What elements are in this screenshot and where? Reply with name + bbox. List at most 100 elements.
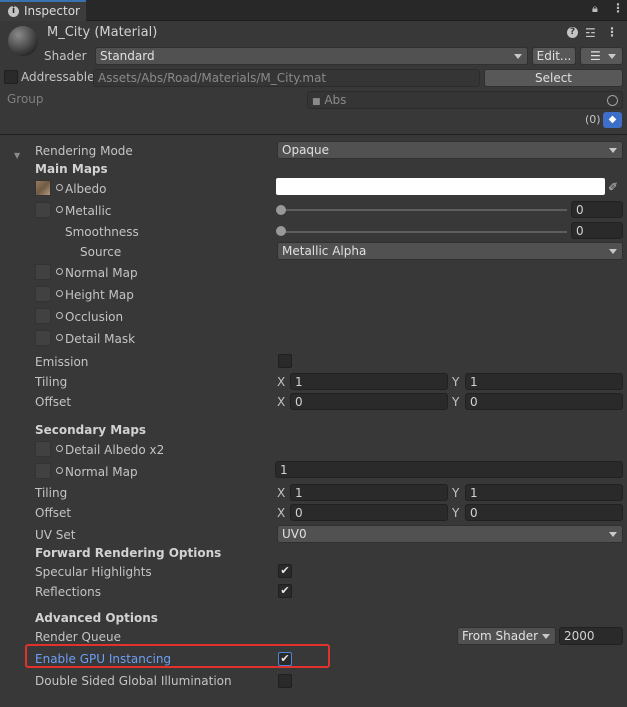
- double-sided-gi-label: Double Sided Global Illumination: [35, 674, 232, 688]
- lock-icon[interactable]: 🔒︎: [592, 1, 598, 17]
- reflections-label: Reflections: [35, 585, 101, 599]
- render-queue-label: Render Queue: [35, 630, 121, 644]
- metallic-texture-slot[interactable]: [35, 202, 51, 218]
- secondary-offset-y-field[interactable]: 0: [465, 504, 623, 521]
- chevron-down-icon: [542, 634, 550, 639]
- secondary-normal-map-label: Normal Map: [65, 465, 138, 479]
- source-dropdown[interactable]: Metallic Alpha: [277, 242, 623, 260]
- double-sided-gi-checkbox[interactable]: [278, 674, 292, 688]
- tiling-y-field[interactable]: 1: [465, 373, 623, 390]
- secondary-normal-map-texture-slot[interactable]: [35, 463, 51, 479]
- picker-icon[interactable]: [56, 334, 63, 341]
- list-icon: ☰: [590, 49, 601, 63]
- shader-options-button[interactable]: ☰: [580, 47, 623, 65]
- more-icon[interactable]: ⋮: [612, 0, 624, 16]
- metallic-value-field[interactable]: 0: [571, 201, 623, 218]
- preset-icon[interactable]: ☲: [585, 25, 596, 41]
- detail-mask-texture-slot[interactable]: [35, 330, 51, 346]
- offset-y-label: Y: [452, 395, 460, 409]
- detail-albedo-texture-slot[interactable]: [35, 441, 51, 457]
- tiling-x-field[interactable]: 1: [290, 373, 448, 390]
- address-field[interactable]: Assets/Abs/Road/Materials/M_City.mat: [93, 69, 480, 87]
- albedo-color-field[interactable]: [276, 178, 605, 195]
- folder-icon: ■: [312, 97, 321, 107]
- shader-dropdown[interactable]: Standard: [95, 47, 528, 65]
- shader-value: Standard: [100, 49, 155, 63]
- secondary-offset-x-field[interactable]: 0: [290, 504, 448, 521]
- offset-y-field[interactable]: 0: [465, 393, 623, 410]
- picker-icon[interactable]: [56, 445, 63, 452]
- specular-highlights-label: Specular Highlights: [35, 565, 152, 579]
- target-icon[interactable]: [607, 95, 618, 106]
- picker-icon[interactable]: [56, 206, 63, 213]
- eyedropper-icon[interactable]: ✐: [608, 179, 618, 195]
- source-value: Metallic Alpha: [282, 244, 367, 258]
- tiling-label: Tiling: [35, 375, 68, 389]
- advanced-options-heading: Advanced Options: [35, 611, 158, 625]
- emission-checkbox[interactable]: [278, 354, 292, 368]
- main-maps-heading: Main Maps: [35, 162, 108, 176]
- tiling-x-label: X: [277, 375, 286, 389]
- uv-set-dropdown[interactable]: UV0: [277, 525, 623, 543]
- secondary-tiling-y-field[interactable]: 1: [465, 484, 623, 501]
- normal-map-label: Normal Map: [65, 266, 138, 280]
- detail-albedo-label: Detail Albedo x2: [65, 443, 165, 457]
- addressable-checkbox[interactable]: [4, 70, 18, 84]
- secondary-tiling-x-field[interactable]: 1: [290, 484, 448, 501]
- albedo-texture-slot[interactable]: [35, 180, 51, 196]
- foldout-arrow-icon[interactable]: ▼: [14, 148, 20, 164]
- picker-icon[interactable]: [56, 312, 63, 319]
- secondary-tiling-y-label: Y: [452, 486, 460, 500]
- smoothness-slider-thumb[interactable]: [276, 226, 286, 236]
- normal-map-texture-slot[interactable]: [35, 264, 51, 280]
- albedo-label: Albedo: [65, 182, 107, 196]
- reflections-checkbox[interactable]: ✔: [278, 584, 292, 598]
- occlusion-label: Occlusion: [65, 310, 124, 324]
- chevron-down-icon: [609, 532, 617, 537]
- height-map-texture-slot[interactable]: [35, 286, 51, 302]
- help-icon[interactable]: ?: [567, 27, 578, 38]
- material-preview-icon: [8, 26, 38, 56]
- offset-x-label: X: [277, 395, 286, 409]
- render-queue-dropdown[interactable]: From Shader: [457, 627, 556, 645]
- group-field[interactable]: ■ Abs: [307, 91, 623, 109]
- rendering-mode-dropdown[interactable]: Opaque: [277, 141, 623, 159]
- highlight-box: [25, 644, 330, 668]
- offset-label: Offset: [35, 395, 72, 409]
- addressable-label: Addressable: [21, 70, 95, 84]
- secondary-normal-scale-field[interactable]: 1: [275, 461, 623, 478]
- metallic-slider-thumb[interactable]: [276, 205, 286, 215]
- emission-label: Emission: [35, 355, 89, 369]
- smoothness-value-field[interactable]: 0: [571, 222, 623, 239]
- occlusion-texture-slot[interactable]: [35, 308, 51, 324]
- detail-mask-label: Detail Mask: [65, 332, 136, 346]
- forward-rendering-heading: Forward Rendering Options: [35, 546, 222, 560]
- group-value: Abs: [324, 93, 347, 107]
- source-label: Source: [80, 245, 122, 259]
- rendering-mode-label: Rendering Mode: [35, 144, 133, 158]
- uv-set-value: UV0: [282, 527, 307, 541]
- picker-icon[interactable]: [56, 290, 63, 297]
- render-queue-mode: From Shader: [462, 629, 539, 643]
- smoothness-slider-track[interactable]: [281, 231, 567, 233]
- picker-icon[interactable]: [56, 184, 63, 191]
- label-count: (0): [585, 113, 601, 126]
- metallic-label: Metallic: [65, 204, 112, 218]
- smoothness-label: Smoothness: [65, 225, 139, 239]
- chevron-down-icon: [514, 54, 522, 59]
- picker-icon[interactable]: [56, 268, 63, 275]
- label-tag-icon[interactable]: ◆: [603, 112, 622, 128]
- select-button[interactable]: Select: [484, 69, 623, 87]
- metallic-slider-track[interactable]: [281, 209, 567, 211]
- specular-highlights-checkbox[interactable]: ✔: [278, 564, 292, 578]
- shader-label: Shader: [44, 49, 87, 63]
- edit-shader-button[interactable]: Edit...: [532, 47, 576, 65]
- chevron-down-icon: [609, 249, 617, 254]
- tiling-y-label: Y: [452, 375, 460, 389]
- more-icon[interactable]: ⋮: [606, 24, 618, 40]
- tab-inspector[interactable]: i Inspector: [0, 0, 86, 21]
- picker-icon[interactable]: [56, 467, 63, 474]
- secondary-offset-y-label: Y: [452, 506, 460, 520]
- offset-x-field[interactable]: 0: [290, 393, 448, 410]
- render-queue-value-field[interactable]: 2000: [559, 627, 623, 645]
